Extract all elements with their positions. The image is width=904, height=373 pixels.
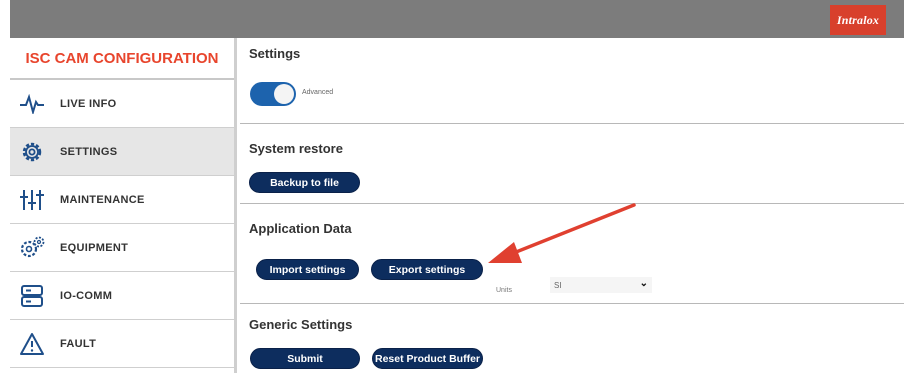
main-content: Settings Advanced System restore Backup … <box>240 38 904 373</box>
sliders-icon <box>18 186 46 214</box>
sidebar-item-settings[interactable]: SETTINGS <box>10 128 234 176</box>
top-bar: Intralox <box>10 0 904 38</box>
reset-product-buffer-button[interactable]: Reset Product Buffer <box>372 348 483 369</box>
units-label: Units <box>496 287 512 294</box>
system-restore-section: System restore Backup to file <box>240 124 904 204</box>
toggle-label: Advanced <box>302 89 334 96</box>
advanced-toggle[interactable] <box>250 82 296 106</box>
toggle-knob <box>274 84 294 104</box>
sidebar-item-label: SETTINGS <box>60 145 118 158</box>
sidebar-item-label: FAULT <box>60 337 97 350</box>
sidebar-item-fault[interactable]: FAULT <box>10 320 234 368</box>
warning-icon <box>18 330 46 358</box>
submit-button[interactable]: Submit <box>250 348 360 369</box>
sidebar-item-equipment[interactable]: EQUIPMENT <box>10 224 234 272</box>
section-title: Generic Settings <box>249 317 353 332</box>
sidebar-item-label: MAINTENANCE <box>60 193 145 206</box>
import-settings-button[interactable]: Import settings <box>256 259 359 280</box>
export-settings-button[interactable]: Export settings <box>371 259 483 280</box>
application-data-section: Application Data Import settings Export … <box>240 204 904 304</box>
generic-settings-section: Generic Settings Submit Reset Product Bu… <box>240 304 904 373</box>
sidebar-item-label: LIVE INFO <box>60 97 117 110</box>
pulse-icon <box>18 90 46 118</box>
sidebar-item-label: IO-COMM <box>60 289 113 302</box>
sidebar-item-maintenance[interactable]: MAINTENANCE <box>10 176 234 224</box>
section-title: Application Data <box>249 221 352 236</box>
section-title: Settings <box>249 46 301 61</box>
gears-icon <box>18 234 46 262</box>
chevron-down-icon: ⌄ <box>639 278 648 289</box>
units-select-value: SI <box>554 280 562 290</box>
intralox-logo: Intralox <box>830 5 886 35</box>
settings-section: Settings Advanced <box>240 38 904 124</box>
units-select[interactable]: SI ⌄ <box>550 277 652 293</box>
sidebar-title: ISC CAM CONFIGURATION <box>10 38 234 80</box>
server-icon <box>18 282 46 310</box>
backup-to-file-button[interactable]: Backup to file <box>249 172 360 193</box>
sidebar-item-live-info[interactable]: LIVE INFO <box>10 80 234 128</box>
sidebar: ISC CAM CONFIGURATION LIVE INFO SETTINGS <box>10 38 237 373</box>
gear-icon <box>18 138 46 166</box>
sidebar-item-label: EQUIPMENT <box>60 241 129 254</box>
section-title: System restore <box>249 141 343 156</box>
sidebar-item-io-comm[interactable]: IO-COMM <box>10 272 234 320</box>
